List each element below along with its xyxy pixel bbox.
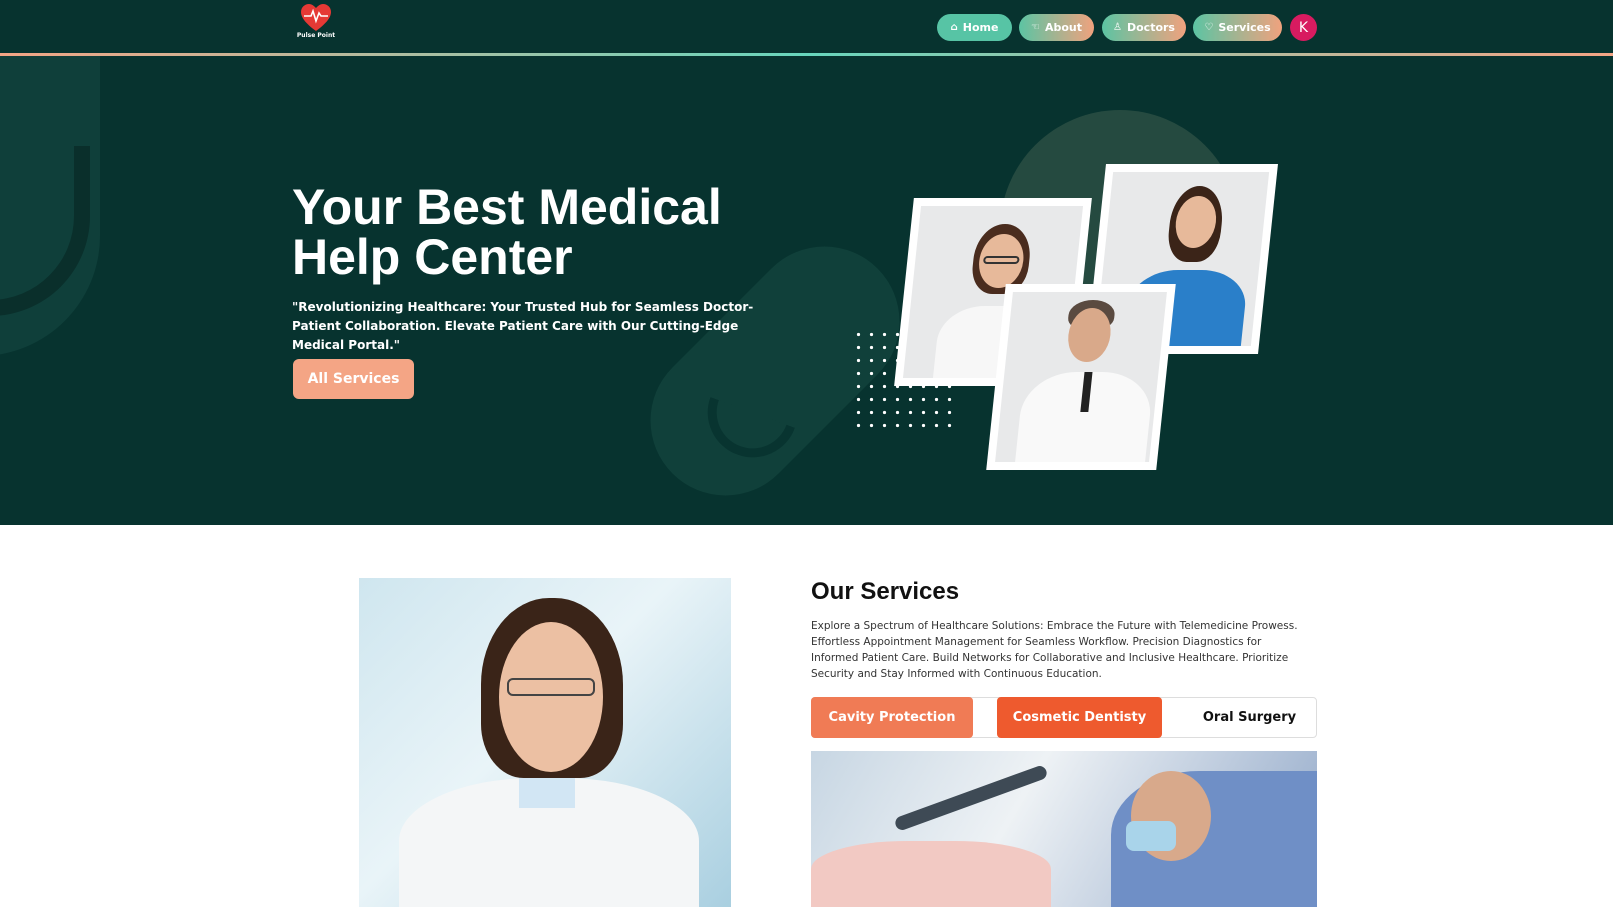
hero-title: Your Best Medical Help Center — [292, 182, 852, 282]
hero-section: Your Best Medical Help Center "Revolutio… — [0, 56, 1613, 525]
doctor-portrait-image — [359, 578, 731, 907]
brand-name: Pulse Point — [296, 32, 336, 39]
nav-home-label: Home — [962, 21, 999, 34]
nav-about-button[interactable]: ☜ About — [1019, 14, 1094, 41]
heart-pulse-icon — [301, 4, 331, 31]
hand-icon: ☜ — [1030, 21, 1040, 33]
brand-logo[interactable]: Pulse Point — [296, 4, 336, 46]
services-title: Our Services — [811, 578, 960, 605]
services-description: Explore a Spectrum of Healthcare Solutio… — [811, 620, 1298, 680]
nav-about-label: About — [1044, 21, 1082, 34]
user-icon: ♙ — [1113, 21, 1122, 33]
tab-cavity-protection[interactable]: Cavity Protection — [811, 697, 973, 738]
nav-doctors-label: Doctors — [1126, 21, 1175, 34]
doctor-photo-male — [986, 284, 1176, 470]
user-avatar[interactable]: K — [1290, 14, 1317, 41]
nav-services-button[interactable]: ♡ Services — [1193, 14, 1282, 41]
nav-doctors-button[interactable]: ♙ Doctors — [1102, 14, 1186, 41]
stethoscope-icon: ♡ — [1204, 21, 1214, 33]
nav-services-label: Services — [1218, 21, 1271, 34]
hero-subtitle: "Revolutionizing Healthcare: Your Truste… — [292, 300, 754, 352]
tab-cosmetic-dentistry[interactable]: Cosmetic Dentisty — [997, 697, 1162, 738]
dental-procedure-image — [811, 751, 1317, 907]
home-icon: ⌂ — [950, 21, 958, 33]
hero-title-line-2: Help Center — [292, 229, 573, 285]
hero-title-line-1: Your Best Medical — [292, 179, 722, 235]
nav-home-button[interactable]: ⌂ Home — [937, 14, 1012, 41]
tab-oral-surgery[interactable]: Oral Surgery — [1182, 697, 1317, 738]
all-services-button[interactable]: All Services — [293, 359, 414, 399]
top-navbar: Pulse Point ⌂ Home ☜ About ♙ Doctors ♡ S… — [0, 0, 1613, 56]
